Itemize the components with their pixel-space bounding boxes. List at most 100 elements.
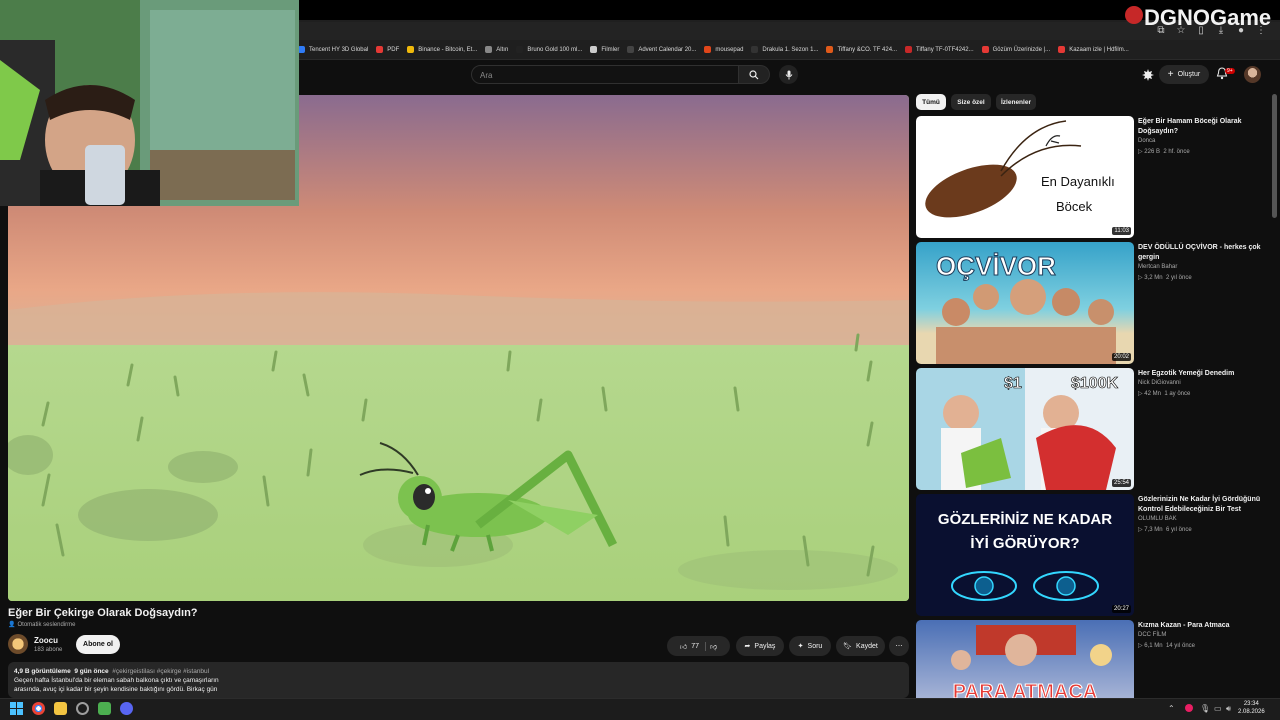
system-clock[interactable]: 23:34 2.08.2026 [1238, 700, 1265, 716]
windows-start-icon[interactable] [10, 702, 23, 715]
create-label: Oluştur [1177, 71, 1201, 78]
bookmark-item[interactable]: Filmler [590, 46, 619, 53]
hashtags[interactable]: #çekirgeistilası #çekirge #istanbul [112, 668, 209, 675]
bookmark-item[interactable]: mousepad [704, 46, 743, 53]
recommendation-title[interactable]: Eğer Bir Hamam Böceği Olarak Doğsaydın? [1138, 117, 1268, 137]
voice-search-button[interactable] [779, 65, 798, 84]
like-button[interactable]: 👍︎ 77 [679, 641, 706, 651]
view-count: 4,9 B görüntüleme [14, 668, 71, 675]
channel-name[interactable]: Zoocu [34, 636, 58, 645]
app-icon[interactable] [98, 702, 111, 715]
cast-icon[interactable] [1141, 68, 1155, 82]
recommendation-title[interactable]: Kızma Kazan - Para Atmaca [1138, 621, 1268, 631]
channel-subscriber-count: 183 abone [34, 647, 63, 653]
recommendation-title[interactable]: Gözlerinizin Ne Kadar İyi Gördüğünü Kont… [1138, 495, 1268, 515]
bookmark-favicon-icon [1058, 46, 1066, 53]
bookmark-item[interactable]: Bruno Gold 100 ml... [516, 46, 582, 53]
bookmark-item[interactable]: Binance - Bitcoin, Et... [407, 46, 477, 53]
search-button[interactable] [739, 65, 770, 84]
video-thumbnail[interactable]: En Dayanıklı Böcek 11:03 [916, 116, 1134, 238]
svg-text:GÖZLERİNİZ NE KADAR: GÖZLERİNİZ NE KADAR [938, 511, 1112, 528]
share-button[interactable]: ➦ Paylaş [736, 636, 784, 656]
bookmark-item[interactable]: Kazaam izle | Hdfilm... [1058, 46, 1129, 53]
microphone-tray-icon[interactable]: 🎙︎ [1200, 704, 1210, 713]
search-input[interactable]: Ara [471, 65, 739, 84]
network-icon[interactable]: ▭ [1214, 704, 1222, 713]
description-meta: 4,9 B görüntüleme 9 gün önce #çekirgeist… [14, 667, 903, 676]
video-duration: 20:02 [1111, 353, 1131, 361]
obs-icon[interactable] [76, 702, 89, 715]
bookmark-favicon-icon [704, 46, 712, 53]
recommendation-item[interactable]: $1 $100K 25:54 Her Egzotik Yemeği Denedi… [916, 368, 1276, 492]
more-actions-button[interactable]: ⋯ [889, 636, 909, 656]
bookmark-favicon-icon [981, 46, 989, 53]
tray-chevron-icon[interactable]: ⌃ [1168, 704, 1177, 713]
bookmark-item[interactable]: Tiffany TF-0TF4242... [905, 46, 974, 53]
streamer-webcam-overlay [0, 0, 299, 206]
recommendation-meta: ▷ 42 Mn 1 ay önce [1138, 391, 1191, 397]
recommendation-title[interactable]: DEV ÖDÜLLÜ OÇVİVOR - herkes çok gergin [1138, 243, 1268, 263]
video-thumbnail[interactable]: GÖZLERİNİZ NE KADAR İYİ GÖRÜYOR? 20:27 [916, 494, 1134, 616]
bookmark-label: Gözüm Üzerinizde |... [992, 46, 1051, 53]
recommendation-channel[interactable]: Nick DiGiovanni [1138, 380, 1181, 386]
recommendation-title[interactable]: Her Egzotik Yemeği Denedim [1138, 369, 1268, 379]
video-duration: 25:54 [1111, 479, 1131, 487]
like-count: 77 [691, 642, 699, 650]
bookmark-item[interactable]: Advent Calendar 20... [627, 46, 696, 53]
bookmark-label: Advent Calendar 20... [638, 46, 697, 53]
recommendation-channel[interactable]: Mertcan Bahar [1138, 264, 1177, 270]
subscribe-button[interactable]: Abone ol [76, 635, 120, 654]
recommendation-item[interactable]: GÖZLERİNİZ NE KADAR İYİ GÖRÜYOR? 20:27 G… [916, 494, 1276, 618]
video-thumbnail[interactable]: $1 $100K 25:54 [916, 368, 1134, 490]
video-thumbnail[interactable]: OÇVİVOR 20:02 [916, 242, 1134, 364]
bookmark-item[interactable]: Altın [485, 46, 508, 53]
volume-icon[interactable]: 🔊︎ [1226, 704, 1234, 713]
bookmark-item[interactable]: Gözüm Üzerinizde |... [981, 46, 1051, 53]
bookmark-icon: 🔖︎ [843, 643, 853, 650]
page-scrollbar[interactable] [1272, 94, 1277, 218]
bookmark-label: Tiffany &CO. TF 424... [837, 46, 898, 53]
thumbs-up-icon: 👍︎ [679, 643, 688, 651]
bookmark-label: Tiffany TF-0TF4242... [916, 46, 974, 53]
svg-text:$100K: $100K [1071, 375, 1119, 392]
bookmark-item[interactable]: Tiffany &CO. TF 424... [826, 46, 897, 53]
recommendation-item[interactable]: OÇVİVOR 20:02 DEV ÖDÜLLÜ OÇVİVOR - herke… [916, 242, 1276, 366]
dislike-button[interactable]: 👎︎ [710, 642, 717, 651]
video-duration: 11:03 [1112, 227, 1131, 235]
chrome-icon[interactable] [32, 702, 45, 715]
bookmark-favicon-icon [485, 46, 493, 53]
user-avatar[interactable] [1244, 66, 1261, 83]
create-button[interactable]: + Oluştur [1159, 65, 1209, 84]
recommendation-item[interactable]: En Dayanıklı Böcek 11:03 Eğer Bir Hamam … [916, 116, 1276, 240]
windows-taskbar [0, 698, 1280, 720]
channel-avatar[interactable] [8, 634, 28, 654]
svg-text:Böcek: Böcek [1056, 199, 1093, 214]
save-button[interactable]: 🔖︎ Kaydet [836, 636, 885, 656]
bookmark-item[interactable]: Tencent HY 3D Global [298, 46, 368, 53]
chip-all[interactable]: Tümü [916, 94, 946, 110]
bookmark-label: Filmler [601, 46, 620, 53]
bookmark-item[interactable]: PDF [376, 46, 399, 53]
microphone-icon [785, 70, 792, 79]
discord-icon[interactable] [120, 702, 133, 715]
bookmark-label: mousepad [715, 46, 744, 53]
upload-age: 9 gün önce [74, 668, 109, 675]
bookmark-item[interactable]: Drakula 1. Sezon 1... [751, 46, 818, 53]
ask-button[interactable]: ✦ Soru [789, 636, 831, 656]
svg-text:$1: $1 [1004, 375, 1022, 392]
video-title: Eğer Bir Çekirge Olarak Doğsaydın? [8, 607, 198, 619]
bookmark-favicon-icon [751, 46, 759, 53]
chip-for-you[interactable]: Size özel [951, 94, 991, 110]
video-description[interactable]: 4,9 B görüntüleme 9 gün önce #çekirgeist… [8, 662, 909, 698]
svg-text:OÇVİVOR: OÇVİVOR [936, 251, 1056, 281]
recommendation-channel[interactable]: Donca [1138, 138, 1155, 144]
chip-watched[interactable]: İzlenenler [996, 94, 1036, 110]
recommendation-channel[interactable]: OLUMLU BAK [1138, 516, 1177, 522]
video-thumbnail[interactable]: PARA ATMACA [916, 620, 1134, 698]
recommendation-channel[interactable]: DCC FİLM [1138, 632, 1166, 638]
like-dislike-group: 👍︎ 77 👎︎ [667, 636, 730, 656]
more-horizontal-icon: ⋯ [895, 643, 903, 650]
tray-app-icon[interactable] [1185, 704, 1193, 712]
file-explorer-icon[interactable] [54, 702, 67, 715]
recommendation-item[interactable]: PARA ATMACA Kızma Kazan - Para Atmaca DC… [916, 620, 1276, 698]
